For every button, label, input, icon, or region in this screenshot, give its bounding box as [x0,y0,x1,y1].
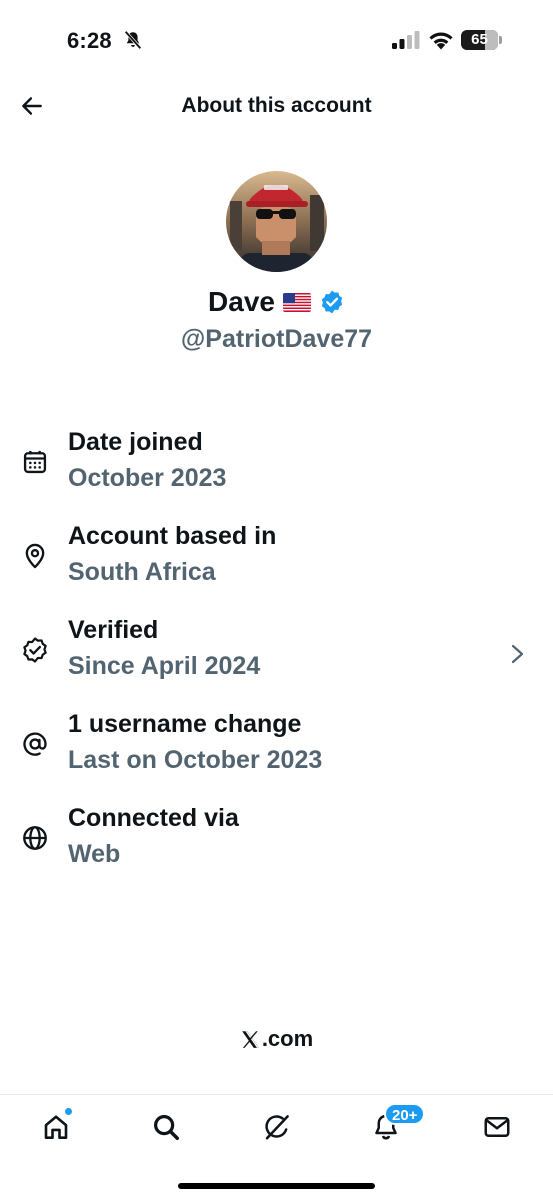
notifications-count-badge: 20+ [384,1103,426,1125]
grok-icon [265,1115,289,1140]
connected-via-value: Web [68,840,121,868]
avatar-image [226,171,327,272]
info-row-connected-via: Connected via Web [0,804,553,884]
account-based-in-value: South Africa [68,558,216,586]
search-icon [153,1114,179,1140]
globe-icon [23,826,47,850]
status-time: 6:28 [67,28,112,53]
status-bar: 6:28 65 [0,0,553,80]
tab-grok[interactable] [257,1107,297,1147]
page-title: About this account [181,94,372,117]
verified-badge-icon[interactable] [319,289,345,315]
location-pin-icon [25,543,45,569]
display-name: Dave [208,286,275,317]
name-row: Dave [0,286,553,318]
wifi-icon [429,32,453,50]
battery-indicator: 65 [461,30,503,50]
info-row-username-change: 1 username change Last on October 2023 [0,710,553,790]
calendar-icon [23,450,47,474]
brand-text: .com [261,1026,314,1051]
envelope-icon [484,1117,510,1137]
about-account-screen: 6:28 65 About this account Dave @Patriot… [0,0,553,1200]
tab-notifications[interactable]: 20+ [366,1103,426,1147]
handle: @PatriotDave77 [180,325,373,353]
info-row-date-joined: Date joined October 2023 [0,428,553,508]
tab-messages[interactable] [477,1107,517,1147]
battery-body: 65 [461,30,498,50]
date-joined-label: Date joined [68,428,203,456]
chevron-right-icon [511,644,524,664]
tab-search[interactable] [146,1107,186,1147]
info-row-account-based-in: Account based in South Africa [0,522,553,602]
at-sign-icon [23,732,47,756]
username-change-label: 1 username change [68,710,302,738]
footer-brand: .com [0,1026,553,1052]
verified-outline-icon [23,637,47,663]
account-based-in-label: Account based in [68,522,277,550]
bell-slash-icon [124,30,142,50]
verified-label: Verified [68,616,159,644]
username-change-value: Last on October 2023 [68,746,323,774]
home-indicator [178,1183,375,1189]
home-notification-dot [64,1107,73,1116]
info-row-verified[interactable]: Verified Since April 2024 [0,616,553,696]
date-joined-value: October 2023 [68,464,227,492]
home-icon [44,1115,68,1139]
verified-value: Since April 2024 [68,652,261,680]
battery-level: 65 [471,31,488,48]
avatar[interactable] [226,171,327,272]
tab-home[interactable] [36,1107,76,1147]
us-flag-icon [282,292,311,312]
cellular-signal-icon [392,31,420,49]
x-logo-icon [242,1030,259,1048]
battery-tip [499,36,502,44]
connected-via-label: Connected via [68,804,239,832]
